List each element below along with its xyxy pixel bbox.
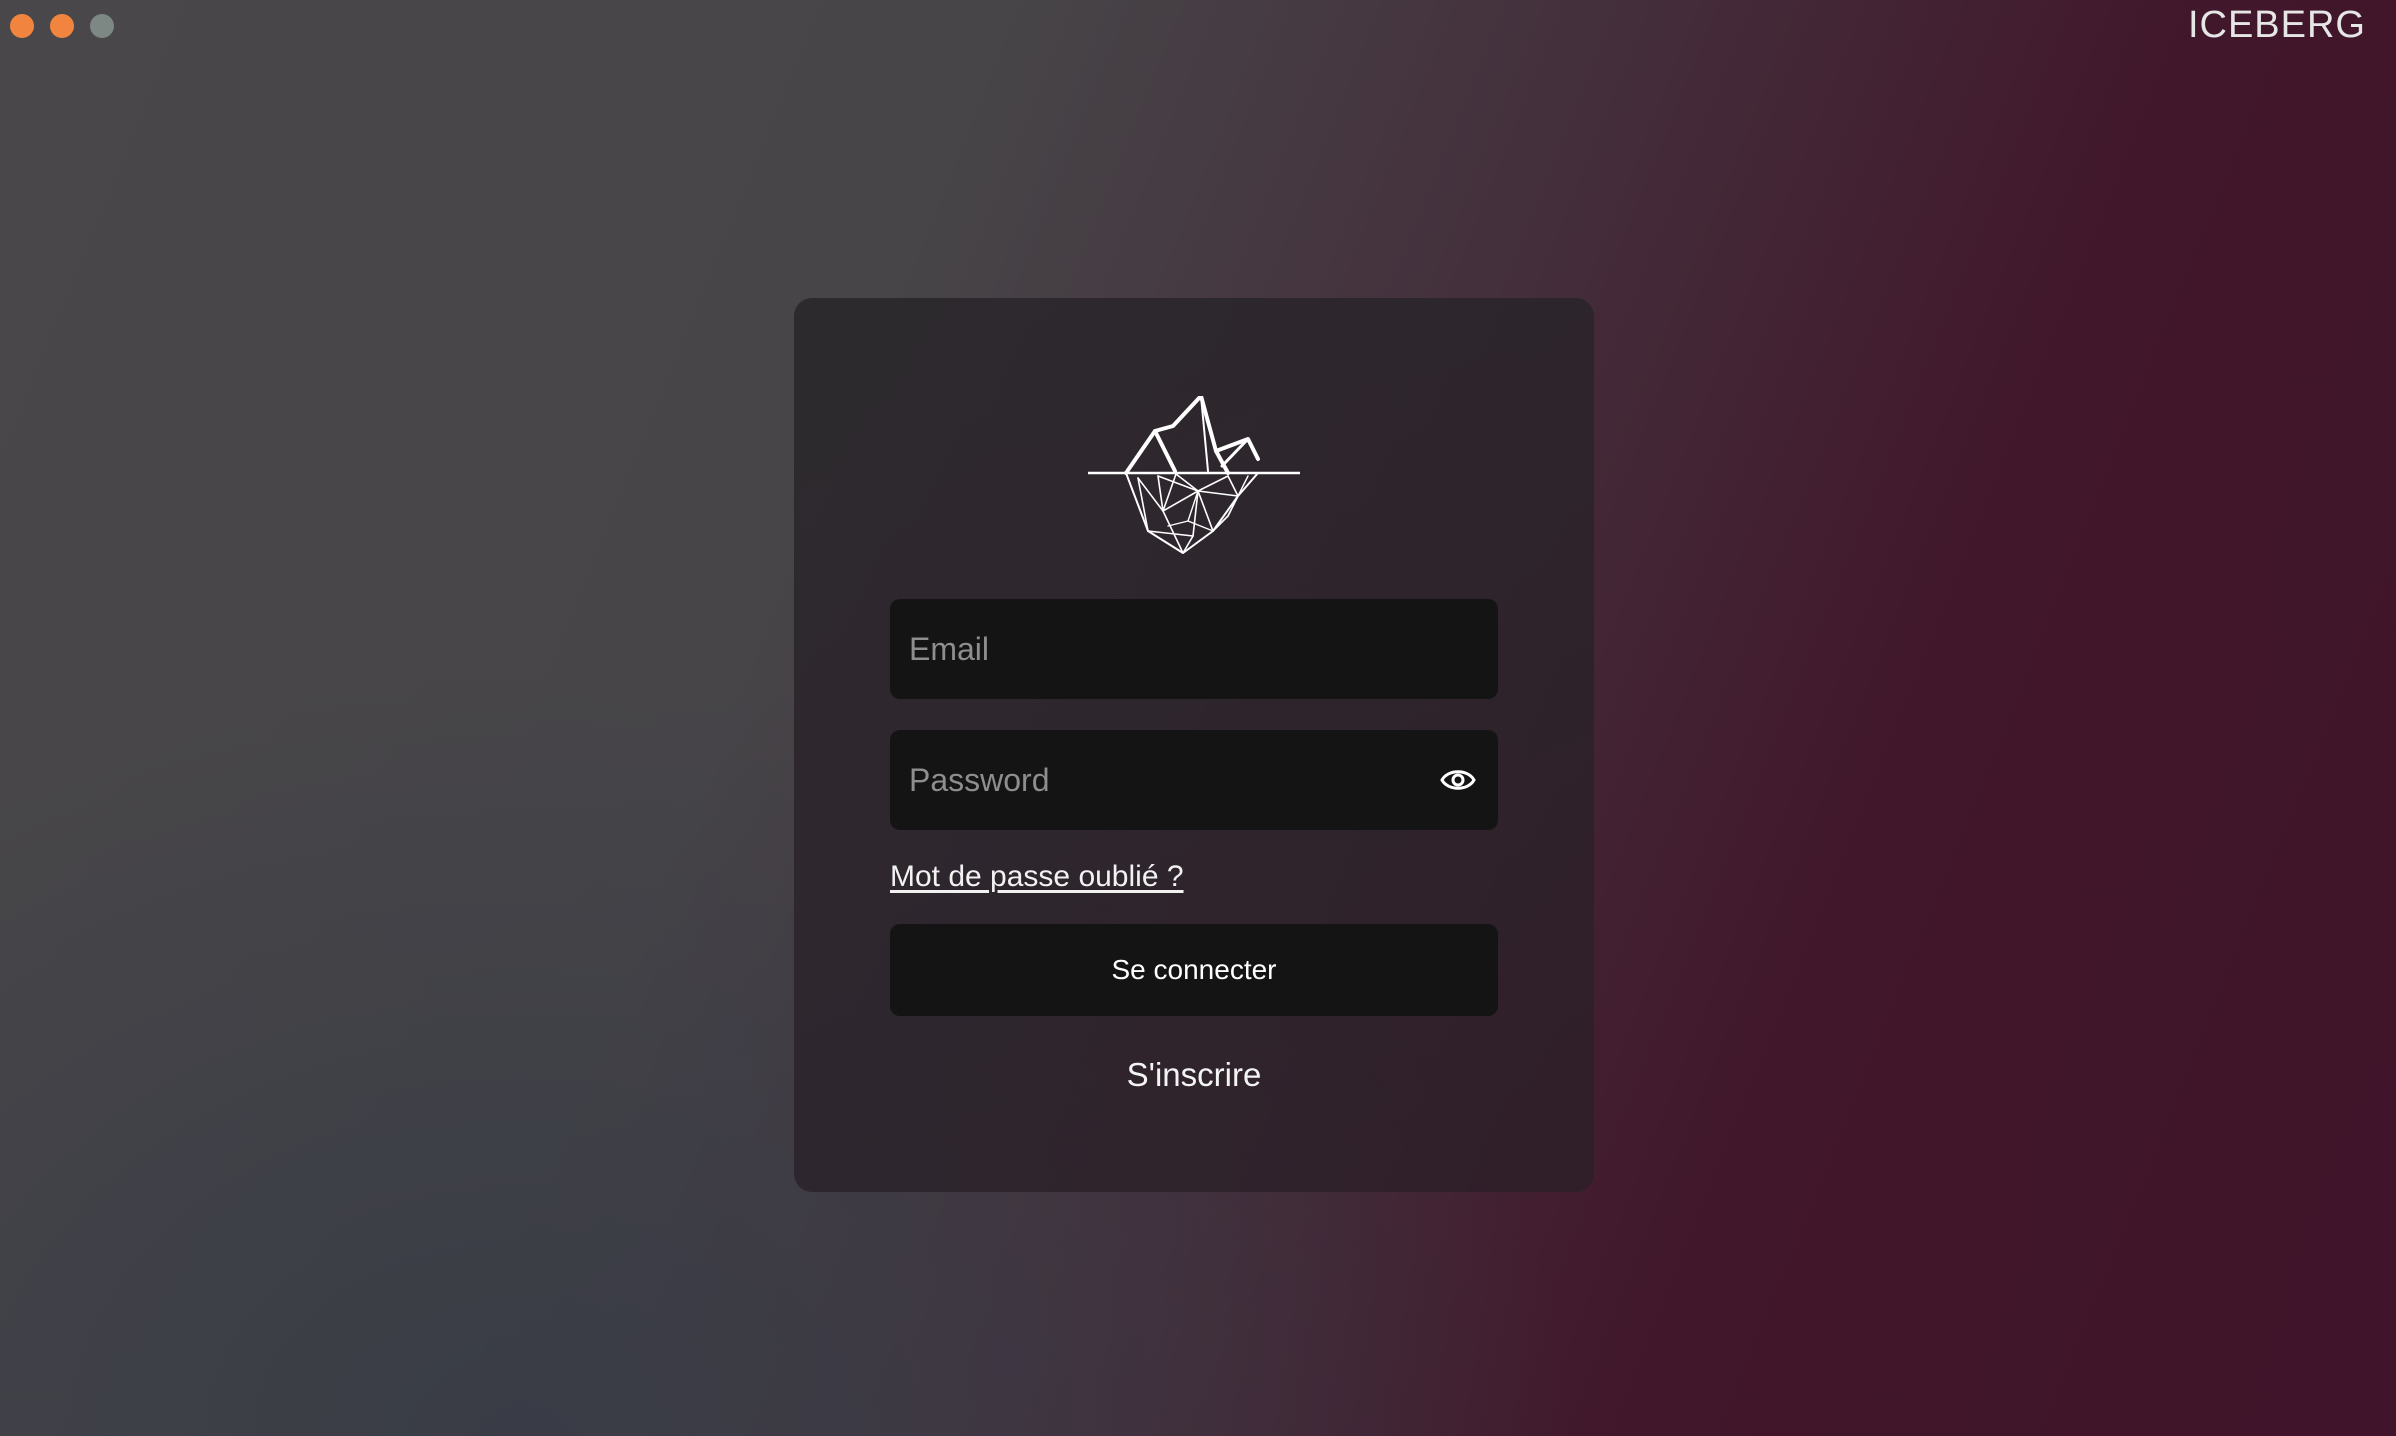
signup-link[interactable]: S'inscrire [890, 1056, 1498, 1094]
login-card: Mot de passe oublié ? Se connecter S'ins… [794, 298, 1594, 1192]
password-input[interactable] [890, 730, 1498, 830]
minimize-window-button[interactable] [50, 14, 74, 38]
email-field[interactable] [890, 599, 1498, 699]
iceberg-icon [1088, 396, 1300, 554]
zoom-window-button[interactable] [90, 14, 114, 38]
app-window: ICEBERG Email Mot de passe oublié ? Se c… [0, 0, 2396, 1436]
eye-icon[interactable] [1440, 763, 1476, 797]
email-input[interactable] [890, 599, 1498, 699]
app-title: ICEBERG [2187, 4, 2366, 46]
forgot-password-link[interactable]: Mot de passe oublié ? [890, 860, 1184, 894]
login-button[interactable]: Se connecter [890, 924, 1498, 1016]
title-bar: ICEBERG [0, 0, 2396, 52]
close-window-button[interactable] [10, 14, 34, 38]
password-field[interactable] [890, 730, 1498, 830]
